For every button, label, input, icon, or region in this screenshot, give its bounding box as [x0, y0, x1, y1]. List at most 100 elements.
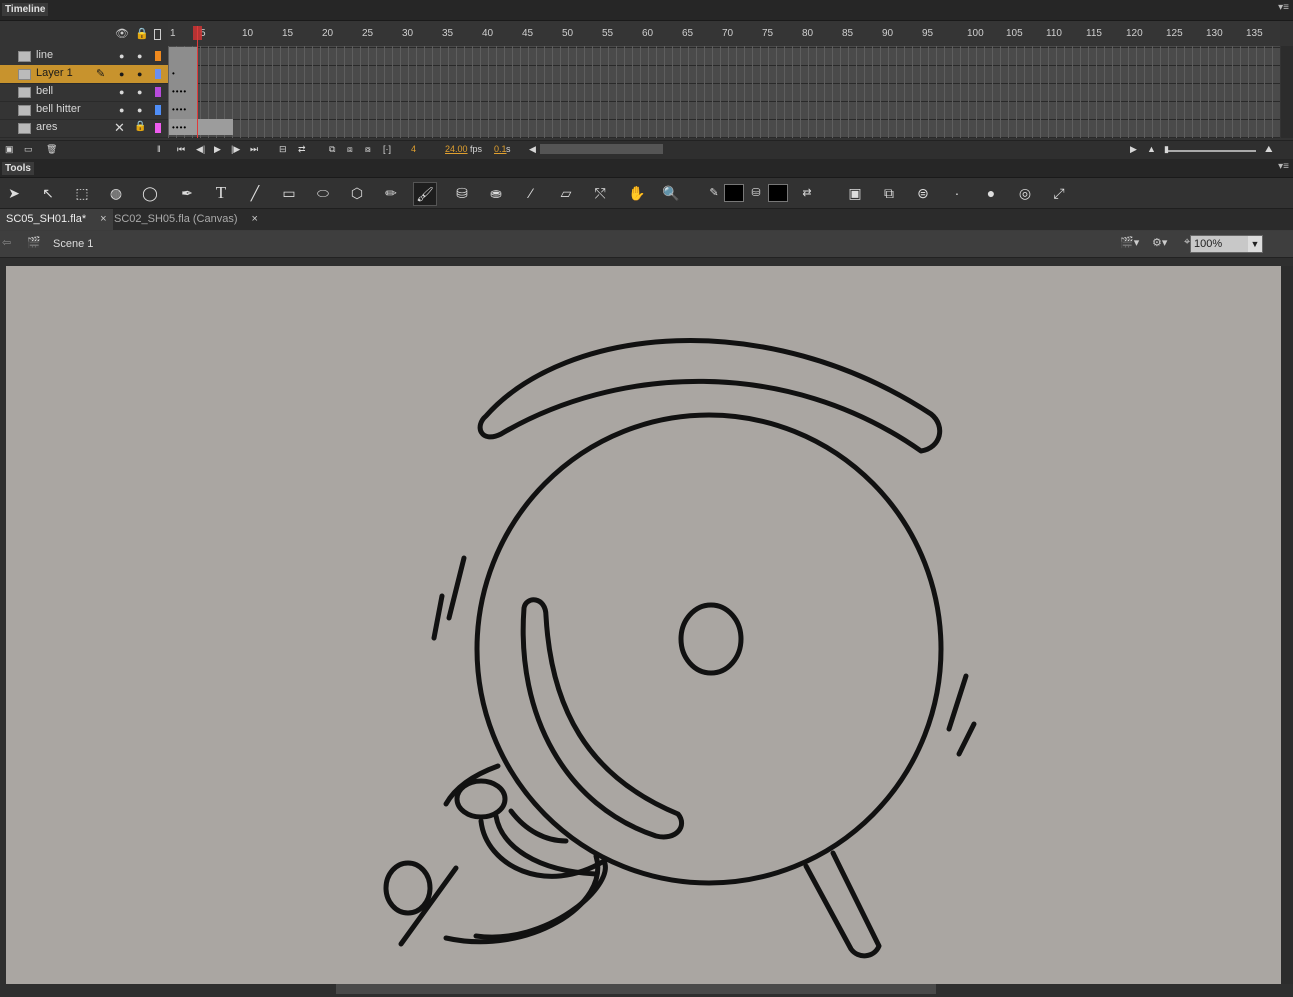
lock-dot[interactable]: ● — [137, 51, 142, 61]
timeline-panel-title[interactable]: Timeline — [2, 3, 49, 16]
step-back-icon[interactable]: ◀| — [196, 144, 205, 155]
eraser-tool-icon[interactable]: ▱ — [555, 182, 577, 204]
frame-ruler[interactable]: 1 5 10 15 20 25 30 35 40 45 50 55 60 65 … — [168, 21, 1280, 47]
layer-color-swatch[interactable] — [155, 105, 161, 115]
stroke-color-swatch[interactable] — [724, 184, 744, 202]
scroll-left-icon[interactable]: ◀ — [529, 144, 536, 155]
text-tool-icon[interactable]: T — [210, 182, 232, 204]
smoothing-icon[interactable]: ⊜ — [912, 182, 934, 204]
layer-row-bell-hitter[interactable]: bell hitter ● ● — [0, 101, 168, 120]
eye-icon[interactable]: 👁 — [115, 27, 129, 40]
edit-scene-icon[interactable]: 🎬▾ — [1120, 236, 1139, 249]
play-icon[interactable]: ▶ — [214, 144, 221, 155]
lock-icon[interactable]: 🔒 — [135, 27, 149, 40]
outline-icon[interactable] — [154, 29, 161, 40]
ink-bottle-tool-icon[interactable]: ⛂ — [485, 182, 507, 204]
hidden-x-icon[interactable]: ✕ — [114, 120, 125, 136]
trash-icon[interactable]: 🗑 — [46, 144, 57, 155]
step-forward-icon[interactable]: |▶ — [231, 144, 240, 155]
new-folder-icon[interactable]: ▭ — [24, 144, 33, 155]
stage-hscroll-thumb[interactable] — [336, 984, 936, 994]
lasso-tool-icon[interactable]: ◯ — [139, 182, 161, 204]
fps-value[interactable]: 24.00 — [445, 144, 468, 154]
zoom-in-frames-icon[interactable]: ⛰ — [1265, 144, 1273, 155]
playhead[interactable] — [197, 26, 198, 138]
oval-tool-icon[interactable]: ⬭ — [312, 182, 334, 204]
layer-color-swatch[interactable] — [155, 123, 161, 133]
lock-dot[interactable]: ● — [137, 69, 142, 79]
first-frame-icon[interactable]: ⏮ — [177, 144, 185, 155]
edit-multiple-icon[interactable]: ⧇ — [365, 144, 371, 155]
lock-icon[interactable]: 🔒 — [134, 121, 146, 132]
loop-icon[interactable]: ⇄ — [298, 144, 306, 155]
brush-size-icon[interactable]: · — [946, 182, 968, 204]
timeline-vscroll[interactable] — [1281, 46, 1293, 138]
new-layer-icon[interactable]: ▣ — [5, 144, 14, 155]
polystar-tool-icon[interactable]: ⬡ — [346, 182, 368, 204]
paint-bucket-tool-icon[interactable]: ⛁ — [451, 182, 473, 204]
current-frame[interactable]: 4 — [411, 144, 416, 154]
edit-symbols-icon[interactable]: ⚙▾ — [1152, 236, 1167, 249]
layer-row-ares[interactable]: ares ✕ 🔒 — [0, 119, 168, 138]
visibility-dot[interactable]: ● — [119, 51, 124, 61]
scene-name[interactable]: Scene 1 — [53, 238, 93, 250]
stage-vscroll[interactable] — [1281, 266, 1293, 984]
lock-fill-icon[interactable]: ⧉ — [878, 182, 900, 204]
zoom-out-frames-icon[interactable]: ▲ — [1147, 144, 1156, 154]
timeline-hscroll-thumb[interactable] — [540, 144, 663, 154]
frame-zoom-thumb[interactable]: ▮ — [1164, 144, 1169, 155]
brush-tool-icon[interactable]: 🖌 — [413, 182, 437, 206]
panel-menu-icon[interactable]: ▾≡ — [1278, 161, 1289, 172]
onion-skin-icon[interactable]: ⧉ — [329, 144, 335, 155]
rectangle-tool-icon[interactable]: ▭ — [278, 182, 300, 204]
hand-tool-icon[interactable]: ✋ — [626, 182, 648, 204]
layer-row-layer-1[interactable]: Layer 1 ✎ ● ● — [0, 65, 168, 84]
onion-markers-icon[interactable]: [·] — [383, 144, 391, 154]
layer-row-line[interactable]: line ● ● — [0, 47, 168, 66]
object-drawing-icon[interactable]: ▣ — [844, 182, 866, 204]
last-frame-icon[interactable]: ⏭ — [250, 144, 258, 155]
lock-dot[interactable]: ● — [137, 87, 142, 97]
selection-tool-icon[interactable]: ➤ — [3, 182, 25, 204]
visibility-dot[interactable]: ● — [119, 105, 124, 115]
onion-outline-icon[interactable]: ⧈ — [347, 144, 353, 155]
layer-color-swatch[interactable] — [155, 51, 161, 61]
doc-tab-sc02[interactable]: SC02_SH05.fla (Canvas) × — [108, 209, 264, 230]
subselection-tool-icon[interactable]: ↖ — [37, 182, 59, 204]
stage-canvas[interactable] — [6, 266, 1282, 984]
swap-colors-icon[interactable]: ⇄ — [796, 182, 818, 204]
time-value[interactable]: 0.1 — [494, 144, 507, 154]
layer-color-swatch[interactable] — [155, 87, 161, 97]
scroll-right-icon[interactable]: ▶ — [1130, 144, 1137, 155]
brush-shape-icon[interactable]: ● — [980, 182, 1002, 204]
tilt-icon[interactable]: ⤢ — [1048, 182, 1070, 204]
lock-dot[interactable]: ● — [137, 105, 142, 115]
close-icon[interactable]: × — [252, 213, 258, 225]
back-arrow-icon[interactable]: ⇦ — [2, 236, 11, 249]
tools-panel-title[interactable]: Tools — [2, 162, 34, 175]
doc-tab-sc05[interactable]: SC05_SH01.fla* × — [0, 209, 113, 230]
frame-zoom-slider[interactable] — [1166, 150, 1256, 152]
zoom-tool-icon[interactable]: 🔍 — [660, 182, 682, 204]
eyedropper-tool-icon[interactable]: ⁄ — [520, 182, 542, 204]
close-icon[interactable]: × — [100, 213, 106, 225]
panel-menu-icon[interactable]: ▾≡ — [1278, 2, 1289, 13]
layer-name: bell hitter — [36, 103, 81, 115]
width-tool-icon[interactable]: ⤲ — [589, 182, 611, 204]
layer-row-bell[interactable]: bell ● ● — [0, 83, 168, 102]
3d-rotation-tool-icon[interactable]: ◍ — [105, 182, 127, 204]
visibility-dot[interactable]: ● — [119, 69, 124, 79]
chevron-down-icon[interactable]: ▼ — [1248, 236, 1262, 252]
free-transform-tool-icon[interactable]: ⬚ — [71, 182, 93, 204]
zoom-select[interactable]: 100% ▼ — [1190, 235, 1263, 253]
pressure-icon[interactable]: ◎ — [1014, 182, 1036, 204]
visibility-dot[interactable]: ● — [119, 87, 124, 97]
fill-color-swatch[interactable] — [768, 184, 788, 202]
resize-handle-icon[interactable]: ‖ — [157, 144, 161, 154]
line-tool-icon[interactable]: ╱ — [244, 182, 266, 204]
pencil-tool-icon[interactable]: ✏ — [380, 182, 402, 204]
frame-grid[interactable] — [168, 46, 1280, 138]
pen-tool-icon[interactable]: ✒ — [176, 182, 198, 204]
layer-color-swatch[interactable] — [155, 69, 161, 79]
center-frame-icon[interactable]: ⊟ — [279, 144, 287, 155]
